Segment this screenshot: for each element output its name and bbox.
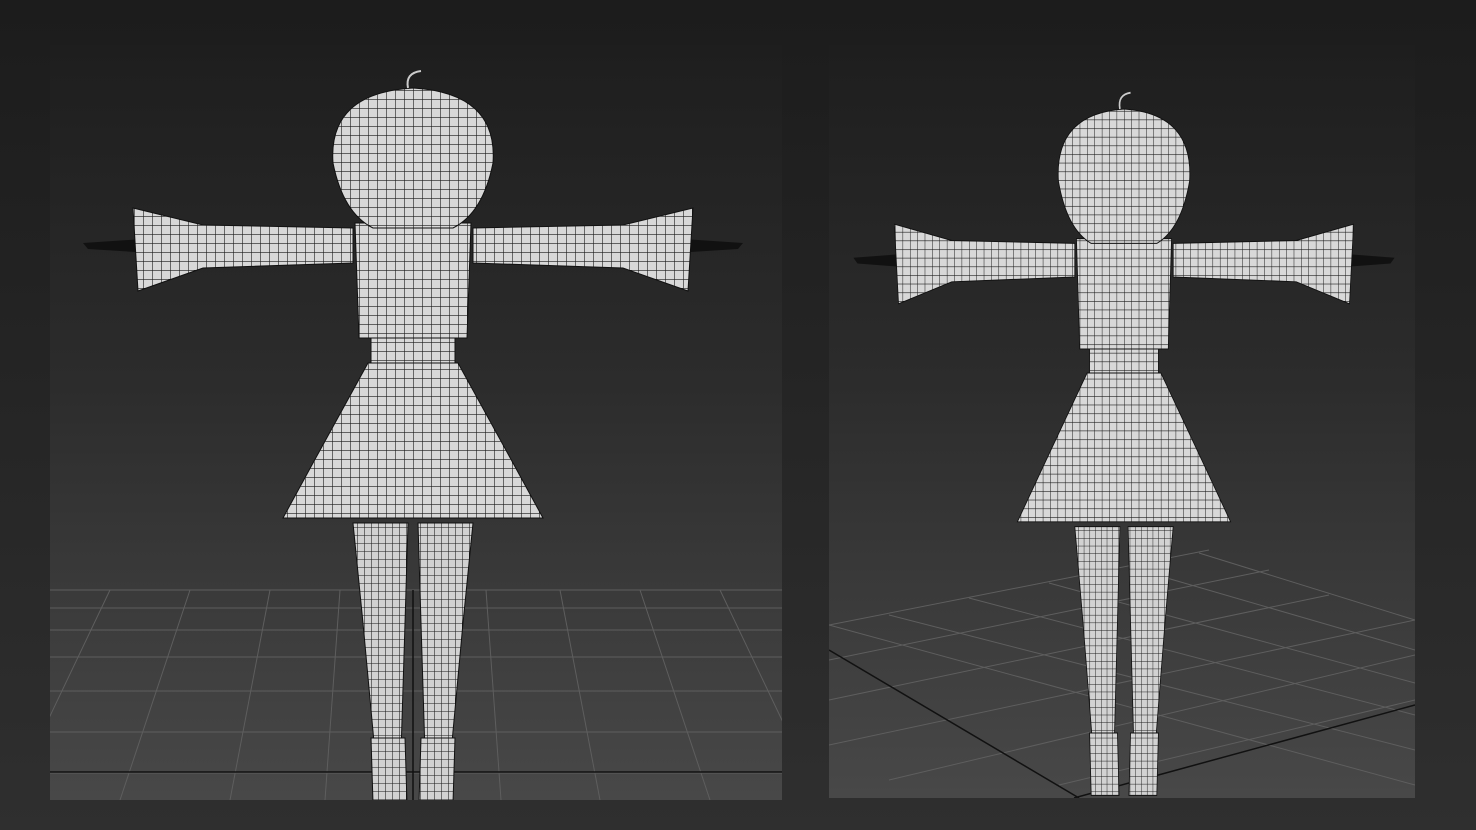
world-axes [50,590,782,800]
perspective-view-scene [829,91,1415,798]
character-mesh-perspective [852,91,1396,797]
ground-grid [50,589,782,800]
front-viewport[interactable] [50,45,782,800]
world-axes [829,649,1415,798]
ground-grid [829,549,1415,786]
front-view-scene [50,70,782,800]
perspective-viewport[interactable] [829,45,1415,798]
